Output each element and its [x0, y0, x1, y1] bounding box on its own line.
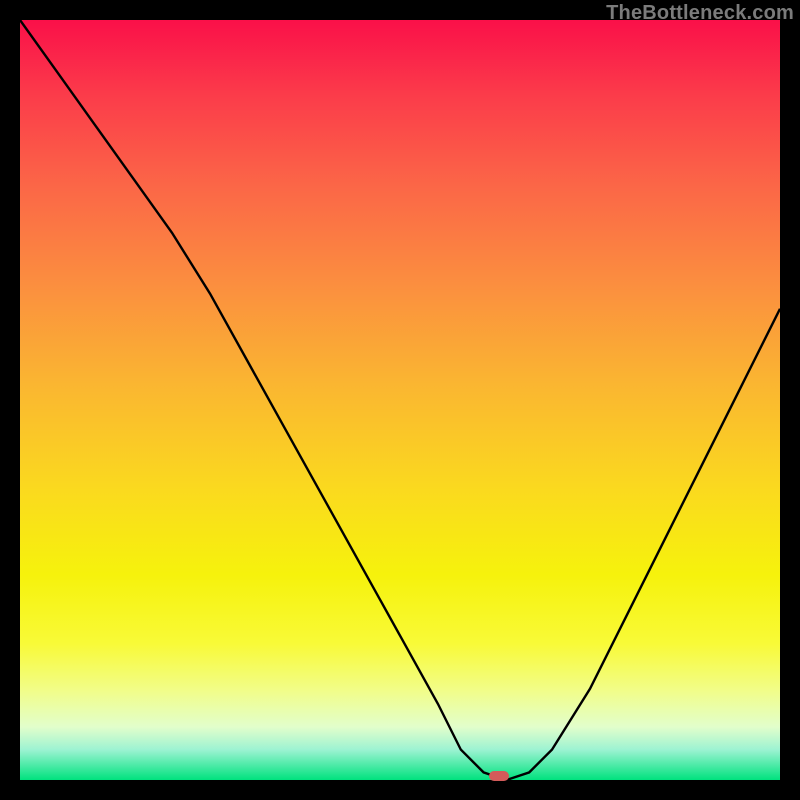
watermark-text: TheBottleneck.com: [606, 2, 794, 25]
bottleneck-curve: [20, 20, 780, 780]
chart-frame: TheBottleneck.com: [0, 0, 800, 800]
plot-area: [20, 20, 780, 780]
curve-svg: [20, 20, 780, 780]
optimal-marker: [489, 771, 509, 781]
